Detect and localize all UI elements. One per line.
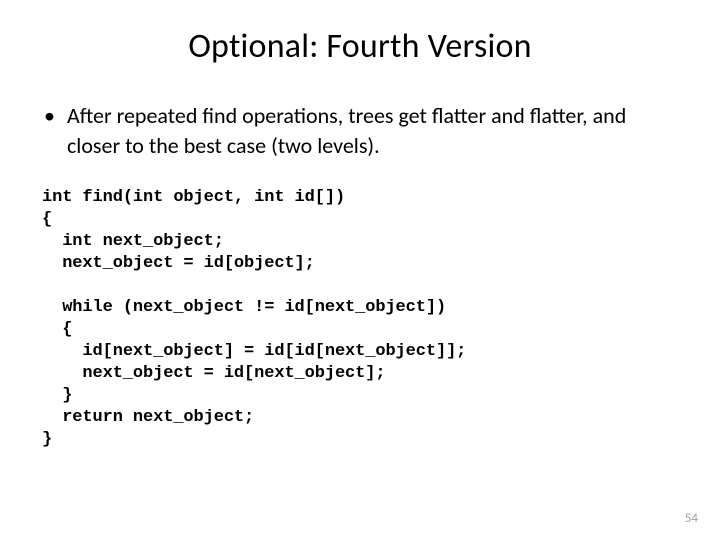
- code-block: int find(int object, int id[]) { int nex…: [40, 187, 680, 451]
- page-number: 54: [685, 511, 698, 526]
- bullet-text: After repeated find operations, trees ge…: [67, 101, 680, 161]
- bullet-marker: •: [44, 101, 55, 131]
- slide-title: Optional: Fourth Version: [40, 26, 680, 67]
- bullet-item: • After repeated find operations, trees …: [40, 101, 680, 161]
- slide-container: Optional: Fourth Version • After repeate…: [0, 0, 720, 540]
